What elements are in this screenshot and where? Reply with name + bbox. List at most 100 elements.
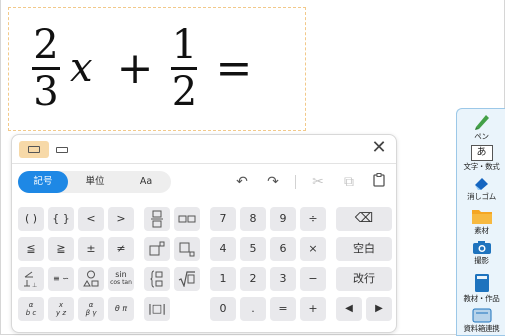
variable-x: x (70, 45, 93, 91)
angle-perpendicular-icon: ⊥ (24, 271, 37, 288)
keyboard-icon (56, 147, 68, 153)
key-plus-minus[interactable]: ± (78, 237, 104, 261)
key-divide[interactable]: ÷ (300, 207, 326, 231)
key-4[interactable]: 4 (210, 237, 236, 261)
key-greek-letters[interactable]: α β γ (78, 297, 104, 321)
redo-button[interactable]: ↷ (264, 173, 282, 191)
close-button[interactable]: ✕ (370, 138, 388, 158)
cursor-left-button[interactable]: ◀ (336, 297, 362, 321)
key-less-than[interactable]: < (78, 207, 104, 231)
key-trig-functions[interactable]: sin cos tan (108, 267, 134, 291)
key-plus[interactable]: + (300, 297, 326, 321)
undo-button[interactable]: ↶ (233, 173, 251, 191)
cut-button[interactable]: ✂ (309, 173, 327, 191)
key-multiply[interactable]: × (300, 237, 326, 261)
variables-label: x y z (56, 301, 66, 317)
tool-pen[interactable]: ペン (457, 111, 505, 141)
key-square-root[interactable] (174, 267, 200, 291)
tool-label: 文字・数式 (463, 162, 500, 171)
key-6[interactable]: 6 (270, 237, 296, 261)
key-superscript-template[interactable] (144, 237, 170, 261)
tool-eraser[interactable]: 消しゴム (457, 175, 505, 201)
folder-icon (471, 210, 492, 224)
pen-icon (474, 115, 489, 130)
key-congruent-similar[interactable]: ≡ ∽ (48, 267, 74, 291)
tool-materials[interactable]: 素材 (457, 207, 505, 235)
space-button[interactable]: 空白 (336, 237, 392, 261)
key-equals[interactable]: = (270, 297, 296, 321)
key-shapes[interactable] (78, 267, 104, 291)
tool-label: 教材・作品 (463, 294, 500, 303)
clipboard-icon (373, 173, 385, 187)
key-0[interactable]: 0 (210, 297, 236, 321)
letters-bc: b c (25, 309, 37, 317)
key-5[interactable]: 5 (240, 237, 266, 261)
math-input-panel: ✕ 記号 単位 Aa ↶ ↷ ✂ ⧉ ( ) { } < > 7 8 9 ÷ ⌫… (11, 134, 397, 333)
keyboard-mode-text-button[interactable] (54, 141, 70, 158)
backspace-button[interactable]: ⌫ (336, 207, 392, 231)
key-theta-pi[interactable]: θ π (108, 297, 134, 321)
keyboard-mode-math-button[interactable] (19, 141, 49, 158)
key-1[interactable]: 1 (210, 267, 236, 291)
key-variables[interactable]: x y z (48, 297, 74, 321)
tool-label: 消しゴム (467, 192, 496, 201)
tab-symbols[interactable]: 記号 (18, 171, 68, 193)
key-mixed-number-template[interactable] (174, 207, 200, 231)
tool-label: 資料箱連携 (463, 324, 500, 333)
key-parentheses[interactable]: ( ) (18, 207, 44, 231)
key-fraction-template[interactable] (144, 207, 170, 231)
tool-teaching-materials[interactable]: 教材・作品 (457, 273, 505, 303)
latin-letters-label: α b c (26, 301, 37, 317)
tool-label: 素材 (474, 226, 489, 235)
text-icon: あ (470, 145, 493, 161)
copy-button[interactable]: ⧉ (340, 173, 358, 191)
greek-letters-label: α β γ (86, 301, 97, 317)
key-greater-equal[interactable]: ≧ (48, 237, 74, 261)
key-2[interactable]: 2 (240, 267, 266, 291)
cursor-right-button[interactable]: ▶ (366, 297, 392, 321)
key-9[interactable]: 9 (270, 207, 296, 231)
tool-archive[interactable]: 資料箱連携 (457, 307, 505, 333)
key-latin-letters[interactable]: α b c (18, 297, 44, 321)
tab-alphabet[interactable]: Aa (122, 171, 170, 193)
key-system-template[interactable] (144, 267, 170, 291)
plus-sign: + (116, 42, 154, 94)
shapes-icon (83, 270, 99, 287)
key-7[interactable]: 7 (210, 207, 236, 231)
tool-label: ペン (474, 132, 489, 141)
tool-camera[interactable]: 撮影 (457, 239, 505, 265)
subscript-icon (179, 242, 195, 257)
system-brace-icon (150, 270, 163, 288)
key-3[interactable]: 3 (270, 267, 296, 291)
tool-palette: ペン あ 文字・数式 消しゴム 素材 撮影 教材・作品 資料箱連携 (456, 108, 505, 336)
letter-a: α (28, 301, 34, 309)
square-root-icon (178, 271, 195, 287)
key-absolute-value[interactable]: |□| (144, 297, 170, 321)
newline-button[interactable]: 改行 (336, 267, 392, 291)
category-tabs: 記号 単位 Aa (18, 171, 171, 193)
key-subscript-template[interactable] (174, 237, 200, 261)
letter-alpha: α (88, 301, 94, 309)
divider (295, 175, 296, 189)
key-decimal-point[interactable]: . (240, 297, 266, 321)
tab-units[interactable]: 単位 (70, 171, 120, 193)
key-8[interactable]: 8 (240, 207, 266, 231)
trig-cos-tan: cos tan (110, 279, 132, 286)
divider (12, 163, 396, 164)
mixed-number-icon (178, 215, 196, 223)
tool-text-math[interactable]: あ 文字・数式 (457, 145, 505, 171)
trig-sin: sin (115, 270, 127, 279)
tray-icon (472, 308, 491, 323)
key-not-equal[interactable]: ≠ (108, 237, 134, 261)
letters-yz: y z (55, 309, 67, 317)
key-braces[interactable]: { } (48, 207, 74, 231)
key-less-equal[interactable]: ≦ (18, 237, 44, 261)
svg-text:⊥: ⊥ (32, 282, 37, 288)
key-greater-than[interactable]: > (108, 207, 134, 231)
paste-button[interactable] (370, 173, 388, 191)
fraction-numerator: 2 (33, 21, 59, 68)
math-formula: 2 3 x + 1 2 = (28, 18, 266, 118)
key-minus[interactable]: − (300, 267, 326, 291)
camera-icon (472, 241, 491, 254)
key-angle-perpendicular[interactable]: ⊥ (18, 267, 44, 291)
